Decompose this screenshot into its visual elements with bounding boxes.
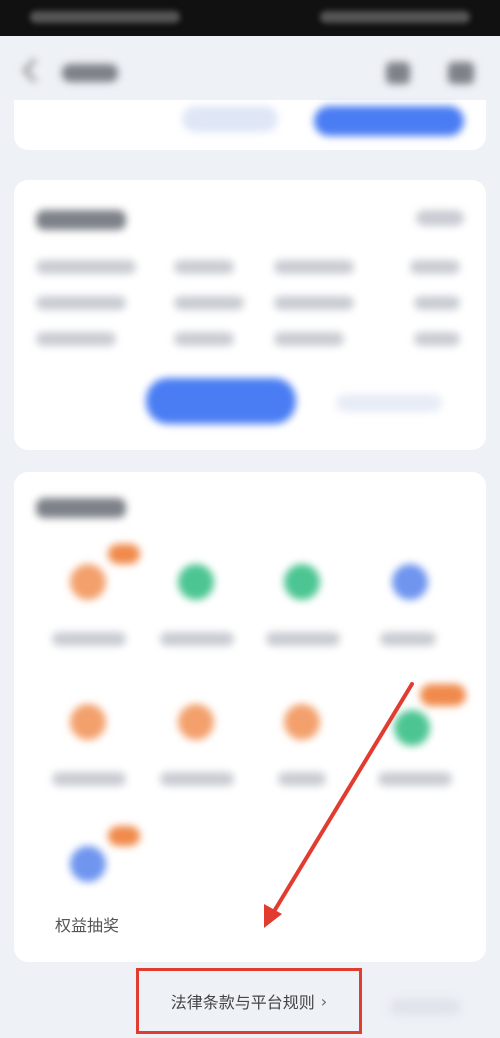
- lottery-icon: [70, 846, 106, 882]
- info-card-title: [36, 210, 126, 230]
- info-row-1: [174, 260, 234, 274]
- service-label: [160, 772, 234, 786]
- new-badge: [420, 684, 466, 706]
- service-label: [380, 632, 436, 646]
- info-row-2: [414, 296, 460, 310]
- service-label: [378, 772, 452, 786]
- service-icon: [284, 564, 320, 600]
- info-row-3: [174, 332, 234, 346]
- services-card: [14, 472, 486, 962]
- service-label: [52, 632, 126, 646]
- legal-terms-link[interactable]: 法律条款与平台规则 ›: [136, 968, 362, 1034]
- top-nav-bar: [0, 36, 500, 106]
- info-row-1: [410, 260, 460, 274]
- primary-button[interactable]: [314, 106, 464, 136]
- info-row-3: [36, 332, 116, 346]
- more-icon[interactable]: [448, 62, 474, 84]
- footer-faded-text: [390, 1000, 460, 1014]
- lottery-label: 权益抽奖: [55, 916, 120, 935]
- service-icon[interactable]: [386, 62, 410, 84]
- back-icon[interactable]: [22, 58, 47, 83]
- new-badge: [108, 826, 140, 846]
- info-row-1: [36, 260, 136, 274]
- info-card-more[interactable]: [416, 210, 464, 226]
- service-icon: [70, 704, 106, 740]
- info-row-2: [174, 296, 244, 310]
- info-row-1: [274, 260, 354, 274]
- page-title: [62, 64, 118, 82]
- info-primary-button[interactable]: [146, 378, 296, 424]
- service-icon: [392, 564, 428, 600]
- info-row-2: [36, 296, 126, 310]
- info-secondary-button[interactable]: [336, 394, 442, 412]
- info-row-3: [414, 332, 460, 346]
- status-bar: [0, 0, 500, 36]
- secondary-button[interactable]: [182, 106, 278, 132]
- service-label: [278, 772, 326, 786]
- service-icon: [394, 710, 430, 746]
- service-icon: [178, 704, 214, 740]
- chevron-right-icon: ›: [320, 991, 328, 1011]
- service-label: [266, 632, 340, 646]
- service-label: [160, 632, 234, 646]
- info-card: [14, 180, 486, 450]
- service-icon: [284, 704, 320, 740]
- services-title: [36, 498, 126, 518]
- service-icon: [178, 564, 214, 600]
- account-card: [14, 100, 486, 150]
- new-badge: [108, 544, 140, 564]
- info-row-2: [274, 296, 354, 310]
- info-row-3: [274, 332, 344, 346]
- service-icon: [70, 564, 106, 600]
- legal-terms-label: 法律条款与平台规则: [170, 993, 315, 1012]
- service-label: [52, 772, 126, 786]
